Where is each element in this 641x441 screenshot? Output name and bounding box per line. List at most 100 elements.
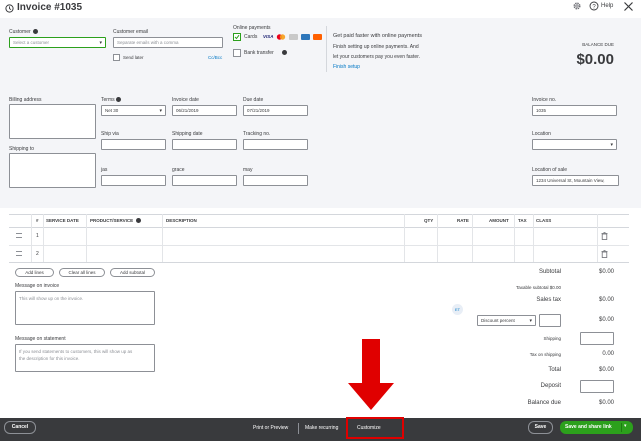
customer-label: Customer [9,29,31,35]
customer-select[interactable]: Select a customer ▾ [9,37,106,48]
trash-icon[interactable] [601,250,608,258]
customer-email-label: Customer email [113,29,149,35]
cancel-button[interactable]: Cancel [4,421,36,434]
cards-checkbox[interactable] [233,33,241,41]
message-on-statement-placeholder: the description for this invoice. [19,356,80,361]
customer-email-field[interactable]: Separate emails with a comma [113,37,223,48]
help-icon[interactable]: ? [589,1,599,11]
row-number: 1 [36,233,39,239]
drag-handle-icon[interactable] [16,251,22,256]
chevron-down-icon: ▾ [529,318,532,324]
row-number: 2 [36,251,39,257]
bank-transfer-checkbox[interactable] [233,49,241,57]
row-divider [9,262,629,263]
invoice-no-field[interactable]: 1035 [532,105,617,116]
info-icon [116,97,121,102]
message-on-invoice-field[interactable]: This will show up on the invoice. [15,291,155,325]
col-rate: RATE [457,218,469,223]
balance-due-amount: $0.00 [576,51,614,68]
shipping-to-field[interactable] [9,153,96,188]
bank-transfer-label: Bank transfer [244,50,274,56]
save-and-share-split-button[interactable]: Save and share link ▾ [560,421,633,434]
save-and-share-label[interactable]: Save and share link [565,424,612,430]
subtotal-label: Subtotal [538,269,561,275]
custom-field-may[interactable] [243,175,308,186]
balance-due-total-label: Balance due [527,400,561,406]
deposit-input[interactable] [580,380,614,393]
col-service-date: SERVICE DATE [46,218,79,223]
tax-settings-icon[interactable]: ET [452,304,463,315]
info-icon [282,50,287,55]
chevron-down-icon[interactable]: ▾ [624,423,627,429]
col-tax: TAX [518,218,527,223]
invoice-date-field[interactable]: 06/21/2019 [172,105,237,116]
message-on-invoice-placeholder: This will show up on the invoice. [19,296,84,301]
help-link[interactable]: Help [601,3,613,9]
col-divider [472,214,473,262]
chevron-down-icon: ▾ [99,40,102,46]
cc-bcc-link[interactable]: Cc/Bcc [208,55,222,60]
send-later-checkbox[interactable] [113,54,120,61]
location-select[interactable]: ▾ [532,139,617,150]
message-on-invoice-label: Message on invoice [15,283,60,289]
due-date-field[interactable]: 07/21/2019 [243,105,308,116]
location-of-sale-field[interactable]: 1234 Universal St, Mountain View, [532,175,619,186]
col-qty: QTY [424,218,434,223]
ship-via-field[interactable] [101,139,166,150]
custom-field-jas[interactable] [101,175,166,186]
send-later-label: Send later [123,55,144,60]
chevron-down-icon: ▾ [159,108,162,114]
add-subtotal-button[interactable]: Add subtotal [110,268,155,277]
total-value: $0.00 [598,367,614,373]
drag-handle-icon[interactable] [16,233,22,238]
make-recurring-button[interactable]: Make recurring [305,425,338,431]
col-divider [86,214,87,262]
discount-type-select[interactable]: Discount percent ▾ [477,315,536,326]
billing-address-field[interactable] [9,104,96,139]
trash-icon[interactable] [601,232,608,240]
print-or-preview-button[interactable]: Print or Preview [253,425,288,431]
tracking-no-field[interactable] [243,139,308,150]
col-amount: AMOUNT [489,218,509,223]
sales-tax-value: $0.00 [598,297,614,303]
due-date-label: Due date [243,97,264,103]
invoice-date-label: Invoice date [172,97,199,103]
custom-field-label: may [243,167,253,173]
shipping-input[interactable] [580,332,614,345]
chevron-down-icon: ▾ [610,142,613,148]
table-header-bottom [9,227,629,228]
discount-type-value: Discount percent [481,318,515,323]
discount-value: $0.00 [598,317,614,323]
page-title: Invoice #1035 [17,2,83,13]
total-label: Total [548,367,561,373]
gear-icon[interactable] [572,1,582,11]
add-lines-button[interactable]: Add lines [15,268,54,277]
balance-due-total-value: $0.00 [598,400,614,406]
shipping-date-field[interactable] [172,139,237,150]
ship-via-label: Ship via [101,131,119,137]
terms-select[interactable]: Net 30 ▾ [101,105,166,116]
save-button[interactable]: Save [528,421,553,434]
tracking-no-label: Tracking no. [243,131,271,137]
due-date-value: 07/21/2019 [247,108,270,113]
col-divider [404,214,405,262]
message-on-statement-placeholder: If you send statements to customers, thi… [19,349,133,354]
discount-input[interactable] [539,314,561,327]
message-on-statement-field[interactable]: If you send statements to customers, thi… [15,344,155,372]
col-num: # [36,218,39,223]
billing-address-label: Billing address [9,97,42,103]
cards-label: Cards [244,34,258,40]
close-icon[interactable] [623,1,634,12]
clear-all-lines-button[interactable]: Clear all lines [59,268,105,277]
tax-on-shipping-label: Tax on shipping [529,352,561,357]
amex-icon [301,34,310,40]
finish-setup-link[interactable]: Finish setup [333,64,360,70]
col-description: DESCRIPTION [166,218,197,223]
col-divider [31,214,32,262]
row-divider [9,245,629,246]
invoice-no-value: 1035 [536,108,547,113]
info-icon [136,218,141,223]
custom-field-grace[interactable] [172,175,237,186]
customize-button[interactable]: Customize [357,425,381,431]
history-icon[interactable] [5,4,14,13]
